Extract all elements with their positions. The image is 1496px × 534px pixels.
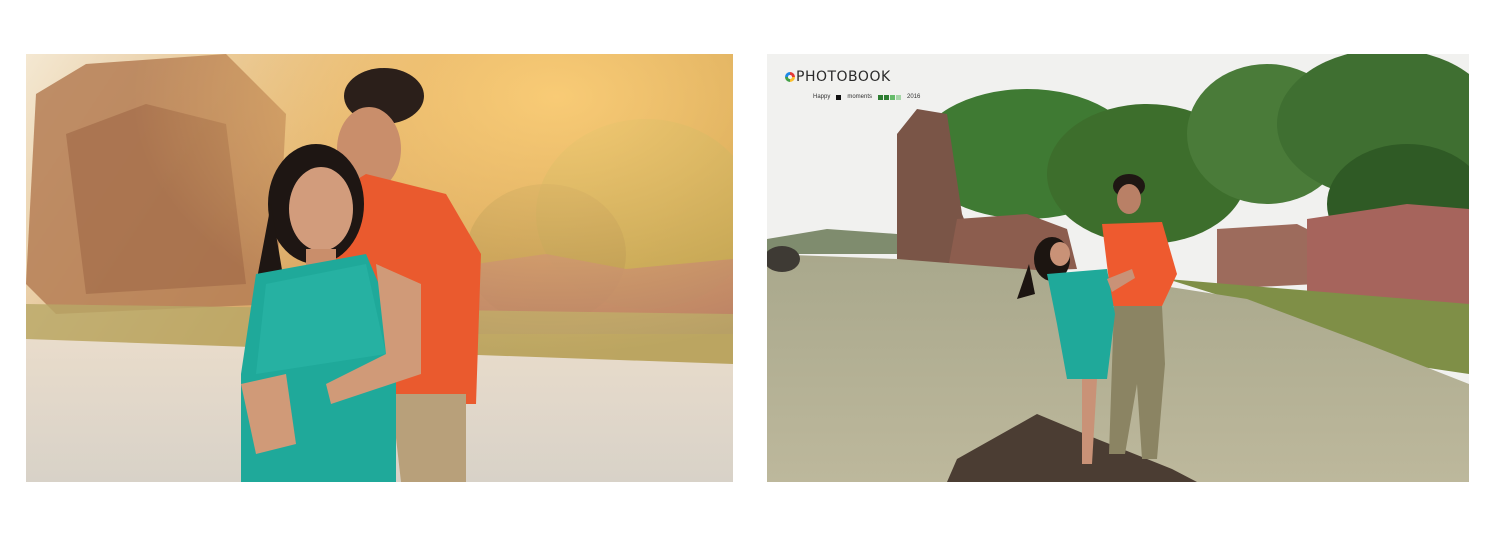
right-photo: PHOTOBOOK Happy moments 2016	[767, 54, 1469, 482]
photobook-logo: PHOTOBOOK	[785, 70, 891, 84]
black-square-icon	[836, 94, 842, 100]
year-text: 2016	[907, 94, 921, 100]
tag-mid-text: moments	[847, 94, 873, 100]
color-ring-icon	[785, 72, 795, 82]
couple-dancing-on-rock-photo	[767, 54, 1469, 482]
brand-tagline: Happy moments 2016	[813, 94, 920, 100]
tag-left-text: Happy	[813, 94, 831, 100]
brand-name: PHOTOBOOK	[796, 69, 891, 85]
green-squares-icon	[878, 94, 902, 100]
left-photo	[26, 54, 733, 482]
couple-embrace-sunset-photo	[26, 54, 733, 482]
